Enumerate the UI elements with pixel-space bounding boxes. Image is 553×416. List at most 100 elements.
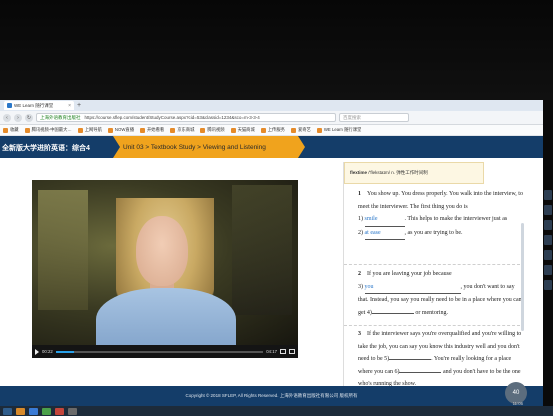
desktop-icons (543, 185, 553, 405)
bookmark-icon (24, 127, 30, 133)
course-title: 全新版大学进阶英语：综合4 (2, 145, 90, 152)
section-number: 2 (358, 271, 361, 277)
site-footer: Copyright © 2018 SFLEP, All Rights Reser… (0, 386, 543, 406)
bookmark-icon (200, 127, 206, 133)
answer-field-3[interactable]: you (364, 281, 461, 295)
play-icon[interactable] (35, 348, 39, 355)
taskbar-app-icon[interactable] (68, 407, 77, 415)
video-background (232, 185, 292, 315)
taskbar-app-icon[interactable] (16, 407, 25, 415)
bookmark-icon (230, 127, 236, 133)
background-area (0, 0, 553, 100)
answer-field-6[interactable] (399, 371, 442, 373)
bookmark-item[interactable]: 腾讯视频-中国最大… (24, 127, 72, 133)
bookmark-icon (77, 127, 83, 133)
address-bar: ‹ › ↻ 上海外语教育出版社 https://course.sflep.com… (0, 111, 543, 125)
section-text: or mentoring. (415, 309, 449, 316)
tab-current[interactable]: WE Learn 随行课堂 × (4, 101, 74, 110)
bookmark-item[interactable]: NOW直播 (107, 127, 134, 133)
section-number: 3 (358, 331, 361, 337)
site-header: 全新版大学进阶英语：综合4 Unit 03 > Textbook Study >… (0, 136, 543, 186)
bookmark-item[interactable]: 开始看看 (140, 127, 164, 133)
refresh-icon[interactable]: ↻ (25, 113, 33, 122)
progress-fill (55, 350, 74, 353)
desktop-shortcut-icon[interactable] (544, 280, 552, 290)
desktop-shortcut-icon[interactable] (544, 250, 552, 260)
start-icon[interactable] (3, 407, 12, 415)
bookmark-item[interactable]: 爱奇艺 (290, 127, 311, 133)
url-site: 上海外语教育出版社 (40, 114, 81, 120)
exercise-panel: flextime /'flekstaɪm/ n. 弹性工作时间制 1 You sh… (343, 162, 529, 387)
url-input[interactable]: 上海外语教育出版社 https://course.sflep.com/stude… (36, 113, 336, 122)
section-2: 2 If you are leaving your job because 3) … (358, 268, 524, 319)
blank-number: 1) (358, 216, 363, 223)
speaker-face (136, 216, 188, 286)
tab-title: WE Learn 随行课堂 (14, 102, 54, 108)
desktop-shortcut-icon[interactable] (544, 190, 552, 200)
main-content: 00:22 04:17 flextime /'flekstaɪm/ n. 弹性工… (0, 158, 543, 387)
bookmark-icon (107, 127, 113, 133)
bookmark-item[interactable]: WE Learn 随行课堂 (316, 127, 361, 133)
vocabulary-note: flextime /'flekstaɪm/ n. 弹性工作时间制 (344, 162, 484, 184)
bookmark-item[interactable]: 京东商城 (170, 127, 194, 133)
search-input[interactable]: 百度搜索 (339, 113, 409, 122)
volume-icon[interactable] (280, 349, 286, 354)
divider (344, 325, 520, 326)
bookmark-item[interactable]: 上传服务 (260, 127, 285, 133)
bookmarks-bar: 收藏 腾讯视频-中国最大… 上网导航 NOW直播 开始看看 京东商城 腾讯视频 … (0, 125, 543, 136)
back-icon[interactable]: ‹ (3, 113, 11, 122)
section-text: , as you are trying to be. (404, 229, 463, 236)
close-tab-icon[interactable]: × (68, 103, 71, 109)
desktop-shortcut-icon[interactable] (544, 235, 552, 245)
bookmark-item[interactable]: 收藏 (3, 127, 19, 133)
section-text: You show up. You dress properly. You wal… (358, 191, 523, 210)
video-player[interactable]: 00:22 04:17 (32, 180, 298, 358)
panel-scrollbar[interactable] (521, 223, 524, 331)
bookmark-item[interactable]: 上网导航 (77, 127, 102, 133)
desktop-shortcut-icon[interactable] (544, 205, 552, 215)
answer-field-1[interactable]: smile (364, 213, 405, 227)
bookmark-icon (316, 127, 322, 133)
section-number: 1 (358, 191, 361, 197)
browser-window: WE Learn 随行课堂 × + ‹ › ↻ 上海外语教育出版社 https:… (0, 100, 543, 406)
blank-number: 2) (358, 229, 363, 236)
screen: WE Learn 随行课堂 × + ‹ › ↻ 上海外语教育出版社 https:… (0, 0, 553, 416)
answer-field-5[interactable] (389, 359, 432, 361)
section-3: 3 If the interviewer says you're overqual… (358, 328, 524, 391)
forward-icon[interactable]: › (14, 113, 22, 122)
section-text: . This helps to make the interviewer jus… (404, 216, 508, 223)
answer-field-4[interactable] (371, 312, 414, 314)
current-time: 00:22 (42, 349, 53, 354)
section-1: 1 You show up. You dress properly. You wa… (358, 188, 524, 241)
bookmark-icon (3, 127, 8, 133)
video-frame[interactable] (32, 180, 298, 358)
vocabulary-definition: /'flekstaɪm/ n. 弹性工作时间制 (367, 170, 428, 175)
bookmark-item[interactable]: 天猫商城 (230, 127, 255, 133)
bookmark-icon (170, 127, 176, 133)
blank-number: 3) (358, 283, 363, 290)
fullscreen-icon[interactable] (289, 349, 295, 354)
bookmark-icon (140, 127, 145, 133)
desktop-shortcut-icon[interactable] (544, 265, 552, 275)
taskbar-app-icon[interactable] (42, 407, 51, 415)
answer-field-2[interactable]: at ease (364, 227, 405, 241)
section-text: If you are leaving your job because (367, 271, 452, 277)
divider (344, 264, 520, 265)
site-favicon-icon (7, 103, 12, 108)
taskbar (0, 406, 553, 416)
video-controls: 00:22 04:17 (32, 345, 298, 358)
bookmark-item[interactable]: 腾讯视频 (200, 127, 225, 133)
vocabulary-word: flextime (350, 170, 368, 175)
desktop-shortcut-icon[interactable] (544, 220, 552, 230)
video-background (38, 190, 88, 310)
tab-bar: WE Learn 随行课堂 × + (0, 100, 543, 111)
bookmark-icon (290, 127, 296, 133)
taskbar-app-icon[interactable] (55, 407, 64, 415)
system-clock: 11:06 (512, 401, 523, 406)
bookmark-icon (260, 127, 266, 133)
new-tab-icon[interactable]: + (77, 102, 81, 109)
progress-bar[interactable] (55, 350, 264, 353)
total-time: 04:17 (266, 349, 277, 354)
taskbar-app-icon[interactable] (29, 407, 38, 415)
breadcrumb[interactable]: Unit 03 > Textbook Study > Viewing and L… (113, 136, 305, 158)
